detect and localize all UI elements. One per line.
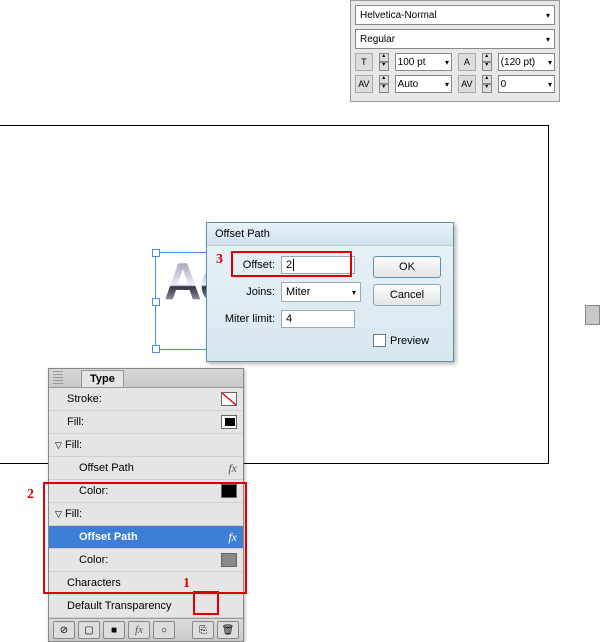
miter-limit-input[interactable]: 4 <box>281 310 355 328</box>
disclosure-down-icon[interactable]: ▽ <box>55 440 65 451</box>
offset-path-row-selected[interactable]: Offset Path fx <box>49 526 243 549</box>
annotation-number-1: 1 <box>183 576 190 592</box>
color-swatch-gray[interactable] <box>221 553 237 567</box>
selection-handle[interactable] <box>152 249 160 257</box>
fx-button[interactable]: fx <box>128 621 150 639</box>
annotation-number-3: 3 <box>216 252 223 268</box>
character-panel: Helvetica-Normal ▾ Regular ▾ T ▴▾ 100 pt… <box>350 0 560 102</box>
font-family-value: Helvetica-Normal <box>360 10 437 21</box>
fx-icon[interactable]: fx <box>228 530 237 545</box>
fill-group-1[interactable]: ▽ Fill: <box>49 434 243 457</box>
preview-checkbox[interactable] <box>373 334 386 347</box>
color-swatch-black[interactable] <box>221 484 237 498</box>
disclosure-down-icon[interactable]: ▽ <box>55 509 65 520</box>
fill-icon[interactable]: ■ <box>103 621 125 639</box>
ok-button[interactable]: OK <box>373 256 441 278</box>
kerning-input[interactable]: Auto▾ <box>395 75 452 93</box>
kerning-stepper[interactable]: ▴▾ <box>379 75 389 93</box>
fill-row[interactable]: Fill: <box>49 411 243 434</box>
selection-handle[interactable] <box>152 298 160 306</box>
chevron-down-icon: ▾ <box>352 288 356 297</box>
stroke-swatch-none[interactable] <box>221 392 237 406</box>
size-stepper[interactable]: ▴▾ <box>379 53 389 71</box>
color-row-2[interactable]: Color: <box>49 549 243 572</box>
preview-label: Preview <box>390 335 429 347</box>
fx-icon[interactable]: fx <box>228 461 237 476</box>
leading-stepper[interactable]: ▴▾ <box>482 53 492 71</box>
stroke-icon[interactable]: ▢ <box>78 621 100 639</box>
font-size-icon: T <box>355 53 373 71</box>
dialog-title: Offset Path <box>207 223 453 246</box>
offset-path-dialog: Offset Path Offset: 2 Joins: Miter ▾ Mit… <box>206 222 454 362</box>
cancel-button[interactable]: Cancel <box>373 284 441 306</box>
font-family-select[interactable]: Helvetica-Normal ▾ <box>355 5 555 25</box>
offset-label: Offset: <box>219 259 275 271</box>
default-transparency-row[interactable]: Default Transparency <box>49 595 243 618</box>
selection-handle[interactable] <box>152 345 160 353</box>
joins-label: Joins: <box>219 286 275 298</box>
clear-icon[interactable]: ○ <box>153 621 175 639</box>
stroke-row[interactable]: Stroke: <box>49 388 243 411</box>
offset-input[interactable]: 2 <box>281 256 355 274</box>
leading-input[interactable]: (120 pt)▾ <box>498 53 555 71</box>
appearance-footer: ⊘ ▢ ■ fx ○ ⎘ 🗑 <box>49 618 243 641</box>
no-selection-icon[interactable]: ⊘ <box>53 621 75 639</box>
chevron-down-icon: ▾ <box>546 35 550 44</box>
tracking-stepper[interactable]: ▴▾ <box>482 75 492 93</box>
annotation-number-2: 2 <box>27 487 34 503</box>
joins-select[interactable]: Miter ▾ <box>281 282 361 302</box>
font-style-select[interactable]: Regular ▾ <box>355 29 555 49</box>
font-style-value: Regular <box>360 34 395 45</box>
trash-icon[interactable]: 🗑 <box>217 621 239 639</box>
tracking-input[interactable]: 0▾ <box>498 75 555 93</box>
characters-row[interactable]: Characters <box>49 572 243 595</box>
appearance-tabbar: Type <box>49 369 243 388</box>
leading-icon: A <box>458 53 476 71</box>
chevron-down-icon: ▾ <box>546 11 550 20</box>
fill-group-2[interactable]: ▽ Fill: <box>49 503 243 526</box>
scrollbar-thumb[interactable] <box>585 305 600 325</box>
color-row-1[interactable]: Color: <box>49 480 243 503</box>
duplicate-icon[interactable]: ⎘ <box>192 621 214 639</box>
tracking-icon: AV <box>458 75 476 93</box>
appearance-panel: Type Stroke: Fill: ▽ Fill: Offset Path f… <box>48 368 244 642</box>
fill-swatch[interactable] <box>221 415 237 429</box>
panel-grip-icon[interactable] <box>53 371 63 385</box>
offset-path-row-1[interactable]: Offset Path fx <box>49 457 243 480</box>
miter-limit-label: Miter limit: <box>219 313 275 325</box>
font-size-input[interactable]: 100 pt▾ <box>395 53 452 71</box>
kerning-icon: AV <box>355 75 373 93</box>
type-tab[interactable]: Type <box>81 370 124 387</box>
